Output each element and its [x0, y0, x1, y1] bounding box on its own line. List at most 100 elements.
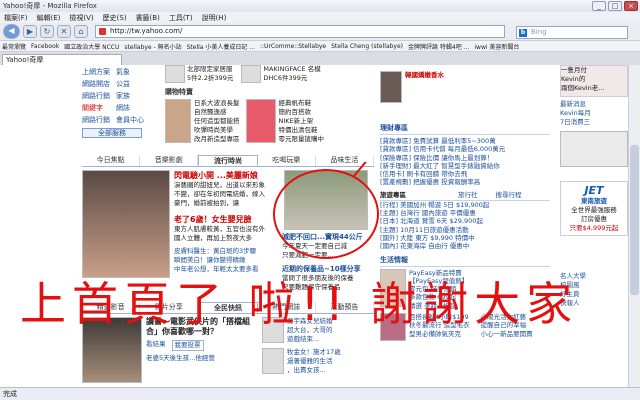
- promo-line[interactable]: 特價出清包鞋: [279, 126, 325, 135]
- feature-headline[interactable]: 閃電驗小開 ...美麗新娘: [174, 170, 274, 181]
- bookmark-item[interactable]: ::UrComme::Stellabye: [260, 43, 326, 50]
- promo-line[interactable]: NIKE新上架: [279, 117, 325, 126]
- menu-bookmarks[interactable]: 書籤(B): [136, 13, 160, 23]
- blog-line[interactable]: ，出賣女孩...: [287, 366, 341, 375]
- url-input[interactable]: http://tw.yahoo.com/: [95, 25, 505, 38]
- tab-search-trips[interactable]: 搜尋行程: [496, 191, 522, 200]
- tab-fashion[interactable]: 流行時尚: [198, 155, 258, 166]
- tab-today[interactable]: 今日焦點: [82, 155, 141, 166]
- travel-item[interactable]: [日本] 北海道 賞雪 6天 $29,900起: [380, 217, 550, 225]
- service-link[interactable]: 公益: [116, 79, 146, 89]
- reload-icon[interactable]: ↻: [40, 25, 54, 38]
- news-link[interactable]: Kevin每月: [560, 109, 628, 118]
- back-arrow-icon[interactable]: ◀: [3, 24, 20, 39]
- promo-line[interactable]: 自然飄逸感: [194, 108, 240, 117]
- news-link[interactable]: 7日消費三: [560, 118, 628, 127]
- service-link[interactable]: 家族: [116, 91, 146, 101]
- feature-headline-2[interactable]: 老了6歲！女生嬰兒臉: [174, 214, 274, 225]
- news-headline[interactable]: 近期的保養品~10樣分享: [282, 264, 372, 274]
- bookmark-item[interactable]: 金牌牌評論 特輯4吧 ...: [408, 42, 469, 51]
- scrollbar-thumb[interactable]: [630, 145, 639, 295]
- service-link[interactable]: 網誌: [116, 103, 146, 113]
- feature-link[interactable]: 皮膚科醫生：黃白斑的3步驟: [174, 247, 274, 256]
- tab-agency[interactable]: 旅行社: [458, 191, 478, 200]
- menu-view[interactable]: 檢視(V): [69, 13, 93, 23]
- service-link[interactable]: 網路行銷: [82, 115, 112, 125]
- menu-file[interactable]: 檔案(F): [4, 13, 28, 23]
- search-input[interactable]: b Bing: [516, 26, 628, 39]
- blog-image[interactable]: [262, 348, 284, 374]
- bookmark-item[interactable]: Facebook: [31, 43, 59, 50]
- feature-link[interactable]: 中年老公想，年輕太太要多看: [174, 265, 274, 274]
- product-image[interactable]: [165, 65, 185, 83]
- service-link[interactable]: 網路開店: [82, 79, 112, 89]
- menu-help[interactable]: 說明(H): [202, 13, 227, 23]
- bookmark-item[interactable]: stellabye - 無名小站: [124, 42, 181, 51]
- top-ad[interactable]: 一隻月付 Kevin的 兩個Kevin老...: [560, 65, 628, 97]
- promo-line[interactable]: 簡約百搭款: [279, 108, 325, 117]
- promo-line[interactable]: 吹彈時尚美學: [194, 126, 240, 135]
- news-link[interactable]: 最新消息: [560, 100, 628, 109]
- home-icon[interactable]: ⌂: [74, 25, 88, 38]
- bookmark-item[interactable]: Stella 小美人養成日記 ...: [187, 42, 255, 51]
- bookmark-item[interactable]: iwwi 美容新聞台: [474, 42, 519, 51]
- blog-line[interactable]: 牧金女！施才17歲: [287, 348, 341, 357]
- all-services-button[interactable]: 全部服務: [82, 128, 142, 138]
- vote-button[interactable]: 我要投票: [171, 340, 204, 351]
- product-text[interactable]: DHC6件399元: [263, 74, 320, 83]
- bookmark-item[interactable]: 最常瀏覽: [2, 42, 26, 51]
- promo-line[interactable]: 改月新造型專區: [194, 135, 240, 144]
- promo-line[interactable]: 日系大波浪長髮: [194, 99, 240, 108]
- feature-photo[interactable]: [82, 170, 170, 278]
- finance-item[interactable]: [信用卡] 刷卡有回饋 帶你去飛: [380, 170, 550, 178]
- promo-line[interactable]: 零元限量搶購中: [279, 135, 325, 144]
- product-text[interactable]: MAKINGFACE 名模: [263, 65, 320, 74]
- travel-item[interactable]: [國外] 大陸 東方 $9,990 特價中: [380, 234, 550, 242]
- jet-ad[interactable]: JET 東南旅遊 全世界最強服務 訂房優惠 只要$4,999元起: [560, 181, 628, 236]
- finance-item[interactable]: [置產規劃] 把握優惠 投資報酬率高: [380, 178, 550, 186]
- tab-travel[interactable]: 旅遊專區: [380, 191, 406, 200]
- stop-icon[interactable]: ✕: [57, 25, 71, 38]
- promo-image[interactable]: [165, 99, 191, 143]
- product-image[interactable]: [241, 65, 262, 83]
- service-link[interactable]: 上網方案: [82, 67, 112, 77]
- life-item[interactable]: PayEasy新品特賣: [409, 269, 468, 277]
- bookmark-item[interactable]: Stella Cheng (stellabye): [331, 43, 403, 50]
- forward-arrow-icon[interactable]: ▶: [23, 25, 37, 38]
- product-text[interactable]: 北部限定家居服: [187, 65, 233, 74]
- promo-line[interactable]: 任何造型都能搭: [194, 117, 240, 126]
- menu-history[interactable]: 歷史(S): [103, 13, 127, 23]
- tab-yahoo[interactable]: Yahoo!奇摩: [2, 54, 122, 65]
- service-link[interactable]: 會員中心: [116, 115, 146, 125]
- travel-item[interactable]: [主題] 10月11日旅遊優惠活動: [380, 226, 550, 234]
- product-text[interactable]: 5件2.2折399元: [187, 74, 233, 83]
- promo-image[interactable]: [245, 99, 276, 143]
- maximize-button[interactable]: □: [608, 1, 622, 11]
- finance-item[interactable]: [新手理財] 最大紅了 智慧型手錶融資給你: [380, 162, 550, 170]
- promo-line[interactable]: 經典帆布鞋: [279, 99, 325, 108]
- finance-item[interactable]: [貸款專區] 信用卡代償 每月最低6,000萬元: [380, 145, 550, 153]
- poll-link[interactable]: 老婆5天後生孩...他經營: [146, 354, 256, 363]
- close-button[interactable]: ×: [624, 1, 638, 11]
- travel-item[interactable]: [國內] 花東海岸 自由行 優惠中: [380, 242, 550, 250]
- view-results-link[interactable]: 看結果: [146, 340, 166, 351]
- menu-edit[interactable]: 編輯(E): [37, 13, 61, 23]
- bookmark-item[interactable]: 國立政治大學 NCCU: [64, 42, 119, 51]
- finance-item[interactable]: [保險專區] 保險比價 讓你馬上最划算！: [380, 154, 550, 162]
- service-link[interactable]: 氣象: [116, 67, 146, 77]
- right-ad-image[interactable]: [380, 71, 402, 103]
- blog-line[interactable]: 過著優雅的生活: [287, 357, 341, 366]
- finance-list: [貸款專區] 免費試算 最低利率5~300萬 [貸款專區] 信用卡代償 每月最低…: [380, 137, 550, 187]
- finance-item[interactable]: [貸款專區] 免費試算 最低利率5~300萬: [380, 137, 550, 145]
- tab-music[interactable]: 音樂影劇: [140, 155, 199, 166]
- travel-item[interactable]: [行程] 美國加州 暢遊 5日 $19,900起: [380, 201, 550, 209]
- blog-line[interactable]: 遊戲結束...: [287, 335, 333, 344]
- vertical-scrollbar[interactable]: [628, 65, 640, 387]
- menu-tools[interactable]: 工具(T): [169, 13, 193, 23]
- service-link[interactable]: 關鍵字: [82, 103, 112, 113]
- travel-item[interactable]: [主題] 台灣行 國內旅遊 平價優惠: [380, 209, 550, 217]
- feature-link[interactable]: 瞬間美白！讓你變得精緻: [174, 256, 274, 265]
- map-image[interactable]: [560, 131, 628, 167]
- minimize-button[interactable]: _: [592, 1, 606, 11]
- service-link[interactable]: 網路行銷: [82, 91, 112, 101]
